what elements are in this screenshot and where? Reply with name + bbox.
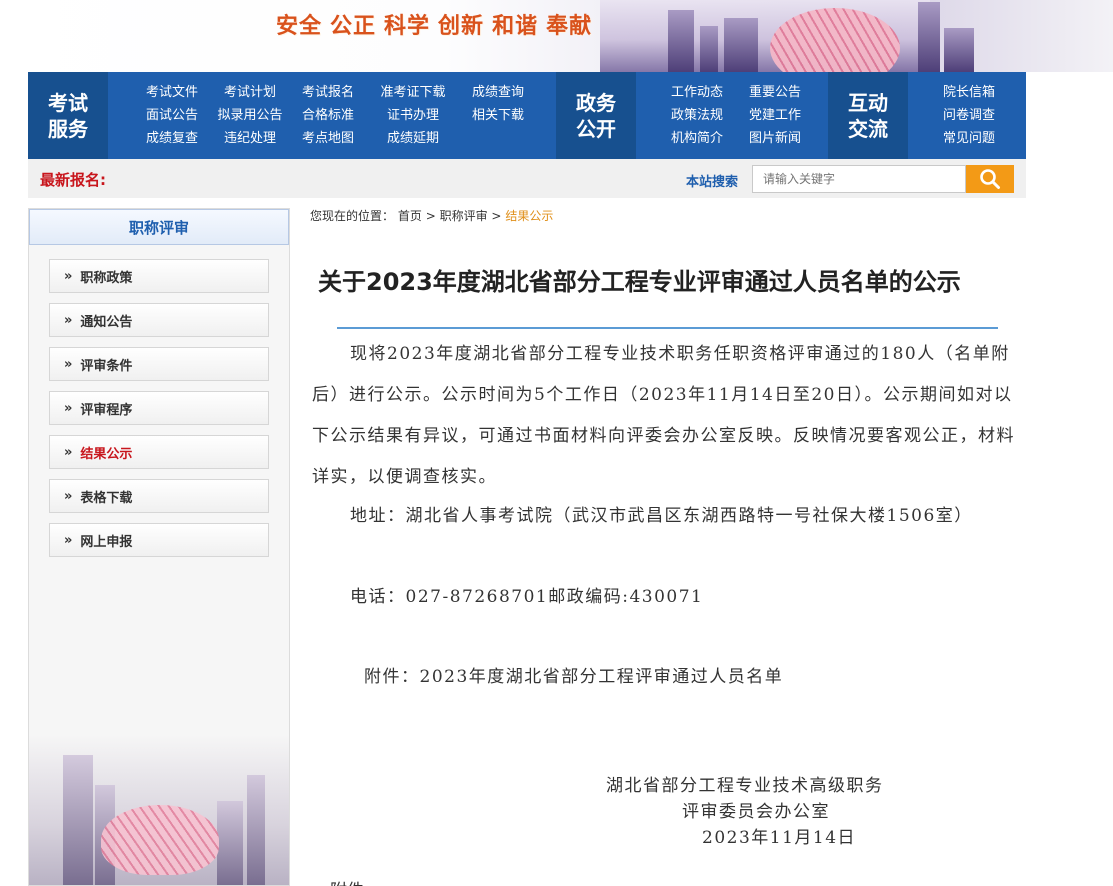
breadcrumb-prefix: 您现在的位置： — [310, 209, 395, 223]
main-nav: 考试服务 考试文件 考试计划 考试报名 准考证下载 成绩查询 面试公告 拟录用公… — [28, 72, 1026, 159]
slogan-word: 创新 — [438, 13, 485, 39]
nav-links-gov-open: 工作动态 重要公告 政策法规 党建工作 机构简介 图片新闻 — [662, 83, 810, 148]
sidebar-item-procedure[interactable]: » 评审程序 — [49, 391, 269, 425]
nav-section-interaction: 互动交流 — [828, 72, 908, 159]
nav-link-policy[interactable]: 政策法规 — [662, 106, 732, 125]
breadcrumb: 您现在的位置： 首页 > 职称评审 > 结果公示 — [310, 207, 553, 224]
signature-date: 2023年11月14日 — [702, 828, 857, 848]
sidebar: 职称评审 » 职称政策 » 通知公告 » 评审条件 » 评审程序 » 结果公示 … — [28, 208, 290, 886]
banner-building — [668, 10, 694, 72]
article-title: 关于2023年度湖北省部分工程专业评审通过人员名单的公示 — [318, 268, 961, 296]
nav-link-exam-docs[interactable]: 考试文件 — [136, 83, 208, 102]
breadcrumb-section[interactable]: 职称评审 — [440, 209, 488, 223]
breadcrumb-separator: > — [491, 209, 502, 223]
nav-section-title: 考试服务 — [48, 90, 88, 141]
double-chevron-right-icon: » — [64, 356, 73, 372]
nav-link-hire-notice[interactable]: 拟录用公告 — [214, 106, 286, 125]
nav-link-admission-ticket[interactable]: 准考证下载 — [370, 83, 456, 102]
nav-section-exam-service: 考试服务 — [28, 72, 108, 159]
sidebar-item-label: 评审程序 — [80, 402, 133, 418]
signer-line: 湖北省部分工程专业技术高级职务 — [606, 776, 884, 796]
sidebar-item-forms[interactable]: » 表格下载 — [49, 479, 269, 513]
sidebar-item-online-apply[interactable]: » 网上申报 — [49, 523, 269, 557]
latest-registration-label: 最新报名: — [40, 171, 106, 189]
nav-link-downloads[interactable]: 相关下载 — [462, 106, 534, 125]
breadcrumb-home[interactable]: 首页 — [398, 209, 422, 223]
city-building — [217, 801, 243, 885]
banner-building — [724, 18, 758, 72]
attachment-heading: 附件 — [330, 876, 364, 886]
sidebar-menu: » 职称政策 » 通知公告 » 评审条件 » 评审程序 » 结果公示 » 表格下… — [49, 259, 269, 567]
article-address: 地址：湖北省人事考试院（武汉市武昌区东湖西路特一号社保大楼1506室） — [350, 506, 973, 526]
sidebar-item-label: 表格下载 — [80, 490, 133, 506]
sidebar-item-label: 评审条件 — [80, 358, 133, 374]
sidebar-item-label: 职称政策 — [80, 270, 133, 286]
nav-link-certificate[interactable]: 证书办理 — [370, 106, 456, 125]
breadcrumb-current[interactable]: 结果公示 — [505, 209, 553, 223]
nav-link-exam-map[interactable]: 考点地图 — [292, 129, 364, 148]
city-building — [63, 755, 93, 885]
banner-building — [944, 28, 974, 72]
nav-link-photo-news[interactable]: 图片新闻 — [740, 129, 810, 148]
search-icon — [980, 169, 1000, 189]
sidebar-item-results[interactable]: » 结果公示 — [49, 435, 269, 469]
nav-section-title: 政务公开 — [576, 90, 616, 141]
nav-link-work-news[interactable]: 工作动态 — [662, 83, 732, 102]
nav-link-score-delay[interactable]: 成绩延期 — [370, 129, 456, 148]
sidebar-item-notices[interactable]: » 通知公告 — [49, 303, 269, 337]
nav-link-interview-notice[interactable]: 面试公告 — [136, 106, 208, 125]
article-attachment-link[interactable]: 附件：2023年度湖北省部分工程评审通过人员名单 — [364, 657, 1080, 698]
slogan: 安全 公正 科学 创新 和谐 奉献 — [276, 8, 600, 40]
top-banner: 安全 公正 科学 创新 和谐 奉献 — [0, 0, 1113, 72]
double-chevron-right-icon: » — [64, 312, 73, 328]
nav-section-title: 互动交流 — [848, 90, 888, 141]
sidebar-item-title-policy[interactable]: » 职称政策 — [49, 259, 269, 293]
slogan-word: 奉献 — [546, 13, 593, 39]
sidebar-city-image — [29, 735, 289, 885]
nav-link-director-mailbox[interactable]: 院长信箱 — [934, 83, 1004, 102]
sidebar-item-label: 网上申报 — [80, 534, 133, 550]
slogan-word: 公正 — [330, 13, 377, 39]
nav-links-exam-service: 考试文件 考试计划 考试报名 准考证下载 成绩查询 面试公告 拟录用公告 合格标… — [136, 83, 534, 148]
nav-link-pass-standard[interactable]: 合格标准 — [292, 106, 364, 125]
nav-link-faq[interactable]: 常见问题 — [934, 129, 1004, 148]
search-button[interactable] — [966, 165, 1014, 193]
slogan-word: 安全 — [276, 13, 323, 39]
site-search-label: 本站搜索 — [686, 175, 739, 190]
article-phone: 电话：027-87268701邮政编码:430071 — [350, 587, 704, 607]
banner-building — [700, 26, 718, 72]
double-chevron-right-icon: » — [64, 532, 73, 548]
nav-link-violation[interactable]: 违纪处理 — [214, 129, 286, 148]
nav-links-interaction: 院长信箱 问卷调查 常见问题 — [934, 83, 1004, 148]
nav-link-org-intro[interactable]: 机构简介 — [662, 129, 732, 148]
banner-building — [918, 2, 940, 72]
city-building — [247, 775, 265, 885]
article-paragraph: 现将2023年度湖北省部分工程专业技术职务任职资格评审通过的180人（名单附后）… — [312, 344, 1015, 487]
sidebar-item-criteria[interactable]: » 评审条件 — [49, 347, 269, 381]
double-chevron-right-icon: » — [64, 444, 73, 460]
nav-link-important-notice[interactable]: 重要公告 — [740, 83, 810, 102]
nav-section-gov-open: 政务公开 — [556, 72, 636, 159]
sidebar-item-label: 结果公示 — [80, 446, 133, 462]
nav-link-party-work[interactable]: 党建工作 — [740, 106, 810, 125]
signer-line: 评审委员会办公室 — [682, 802, 830, 822]
double-chevron-right-icon: » — [64, 268, 73, 284]
nav-link-exam-register[interactable]: 考试报名 — [292, 83, 364, 102]
slogan-word: 和谐 — [492, 13, 539, 39]
nav-link-score-review[interactable]: 成绩复查 — [136, 129, 208, 148]
breadcrumb-separator: > — [425, 209, 436, 223]
search-input[interactable] — [752, 165, 966, 193]
city-dome — [101, 805, 219, 875]
nav-link-score-query[interactable]: 成绩查询 — [462, 83, 534, 102]
sidebar-title: 职称评审 — [29, 209, 289, 245]
sidebar-item-label: 通知公告 — [80, 314, 133, 330]
slogan-word: 科学 — [384, 13, 431, 39]
double-chevron-right-icon: » — [64, 488, 73, 504]
search-strip: 最新报名: 本站搜索 — [28, 159, 1026, 198]
title-divider — [337, 327, 998, 329]
double-chevron-right-icon: » — [64, 400, 73, 416]
nav-link-survey[interactable]: 问卷调查 — [934, 106, 1004, 125]
article-signature: 湖北省部分工程专业技术高级职务 评审委员会办公室 2023年11月14日 — [606, 773, 936, 851]
nav-link-exam-plan[interactable]: 考试计划 — [214, 83, 286, 102]
